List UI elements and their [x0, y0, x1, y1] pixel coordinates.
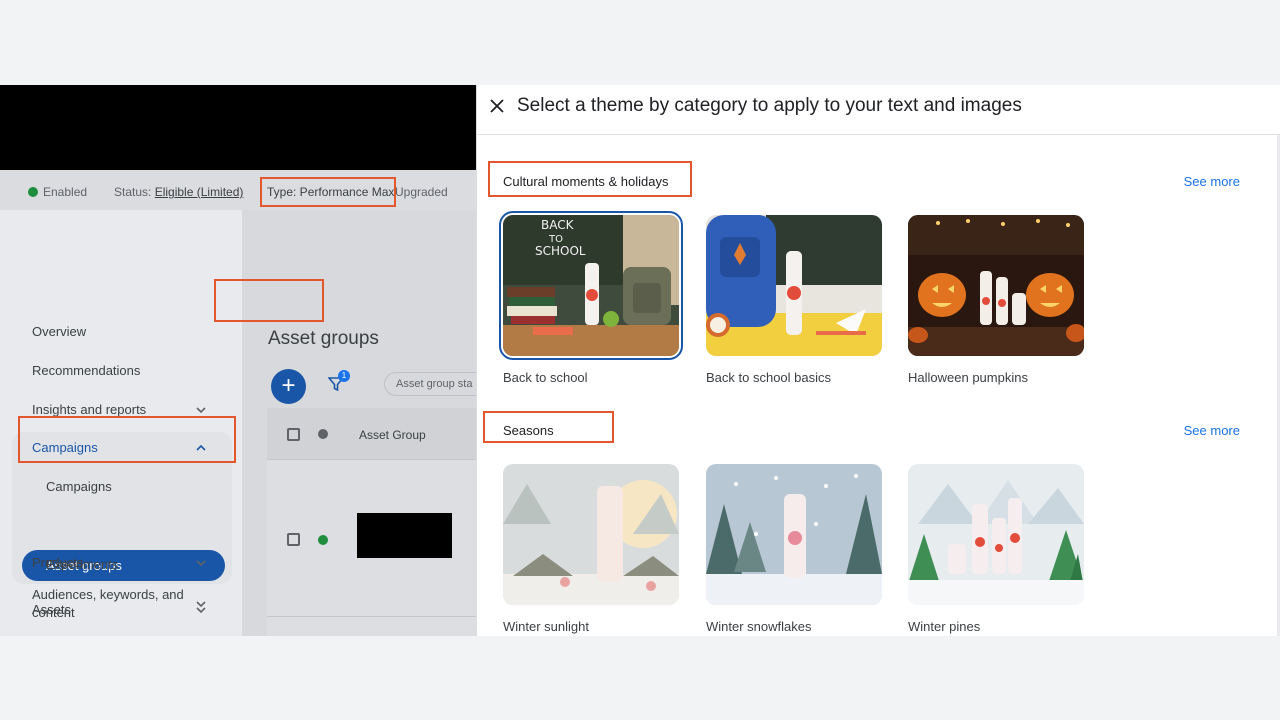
theme-thumbnail	[706, 215, 882, 356]
theme-card-winter-snowflakes[interactable]: Winter snowflakes	[706, 464, 882, 634]
close-icon[interactable]	[489, 98, 505, 114]
theme-label: Winter pines	[908, 619, 981, 634]
google-ads-app: Enabled Status: Eligible (Limited) Type:…	[0, 85, 476, 636]
highlight-type-box	[260, 177, 396, 207]
theme-label: Back to school	[503, 370, 588, 385]
nav-audiences-line2[interactable]: content	[32, 605, 75, 620]
chevron-down-icon[interactable]	[195, 598, 207, 610]
theme-label: Winter snowflakes	[706, 619, 812, 634]
enabled-label: Enabled	[43, 185, 88, 199]
back-to-school-image: BACK TO SCHOOL	[503, 215, 679, 356]
see-more-link-seasons[interactable]: See more	[1184, 423, 1240, 438]
theme-thumbnail	[706, 464, 882, 605]
column-asset-group[interactable]: Asset Group	[359, 428, 426, 442]
theme-selection-dialog: Select a theme by category to apply to y…	[476, 85, 1280, 636]
status-column-icon	[318, 429, 328, 439]
table-row	[267, 617, 476, 636]
screenshot-frame: Enabled Status: Eligible (Limited) Type:…	[0, 85, 1280, 636]
halloween-pumpkins-image	[908, 215, 1084, 356]
dialog-header: Select a theme by category to apply to y…	[477, 85, 1280, 135]
chevron-down-icon[interactable]	[195, 557, 207, 569]
status-label: Status:	[114, 185, 152, 199]
theme-thumbnail	[503, 464, 679, 605]
nav-overview[interactable]: Overview	[32, 324, 86, 339]
theme-card-winter-sunlight[interactable]: Winter sunlight	[503, 464, 679, 634]
enabled-dot-icon	[28, 187, 38, 197]
winter-pines-image	[908, 464, 1084, 605]
enabled-status: Enabled	[28, 185, 87, 199]
theme-thumbnail	[908, 464, 1084, 605]
table-row	[267, 460, 476, 617]
asset-group-status-filter-chip[interactable]: Asset group sta	[384, 372, 476, 396]
redacted-header	[0, 85, 476, 170]
asset-groups-main: Asset groups + 1 Asset group sta Asset G…	[242, 210, 476, 636]
winter-sunlight-image	[503, 464, 679, 605]
chalkboard-text-3: SCHOOL	[535, 244, 586, 258]
highlight-category-box	[483, 411, 614, 443]
nav-recommendations[interactable]: Recommendations	[32, 363, 140, 378]
theme-thumbnail: BACK TO SCHOOL	[499, 211, 683, 360]
theme-label: Winter sunlight	[503, 619, 589, 634]
theme-card-halloween-pumpkins[interactable]: Halloween pumpkins	[908, 215, 1084, 385]
select-all-checkbox[interactable]	[287, 428, 300, 441]
status-value-link[interactable]: Eligible (Limited)	[155, 185, 244, 199]
nav-audiences-line1[interactable]: Audiences, keywords, and	[32, 587, 184, 602]
highlight-add-button-box	[214, 279, 324, 322]
theme-card-winter-pines[interactable]: Winter pines	[908, 464, 1084, 634]
back-to-school-basics-image	[706, 215, 882, 356]
highlight-category-box	[488, 161, 692, 197]
table-header: Asset Group	[267, 408, 476, 460]
nav-campaigns[interactable]: Campaigns	[46, 479, 112, 494]
theme-card-back-to-school-basics[interactable]: Back to school basics	[706, 215, 882, 385]
theme-card-back-to-school[interactable]: BACK TO SCHOOL Back to school	[499, 211, 683, 385]
add-asset-group-button[interactable]: +	[271, 369, 306, 404]
winter-snowflakes-image	[706, 464, 882, 605]
theme-label: Halloween pumpkins	[908, 370, 1028, 385]
page-title: Asset groups	[268, 328, 379, 349]
see-more-link-cultural[interactable]: See more	[1184, 174, 1240, 189]
redacted-asset-group-name	[357, 513, 452, 558]
theme-label: Back to school basics	[706, 370, 832, 385]
dialog-title: Select a theme by category to apply to y…	[517, 95, 1022, 116]
campaign-status-bar: Enabled Status: Eligible (Limited) Type:…	[0, 170, 476, 210]
nav-products[interactable]: Products	[32, 555, 83, 570]
row-checkbox[interactable]	[287, 533, 300, 546]
enabled-dot-icon	[318, 535, 328, 545]
eligibility-status: Status: Eligible (Limited)	[114, 185, 243, 199]
theme-thumbnail	[908, 215, 1084, 356]
nav-insights-and-reports[interactable]: Insights and reports	[32, 402, 146, 417]
highlight-asset-groups-box	[18, 416, 236, 463]
chalkboard-text-1: BACK	[541, 218, 575, 232]
chevron-down-icon[interactable]	[195, 404, 207, 416]
upgraded-label: Upgraded	[395, 185, 448, 199]
filter-count-badge: 1	[338, 370, 350, 382]
